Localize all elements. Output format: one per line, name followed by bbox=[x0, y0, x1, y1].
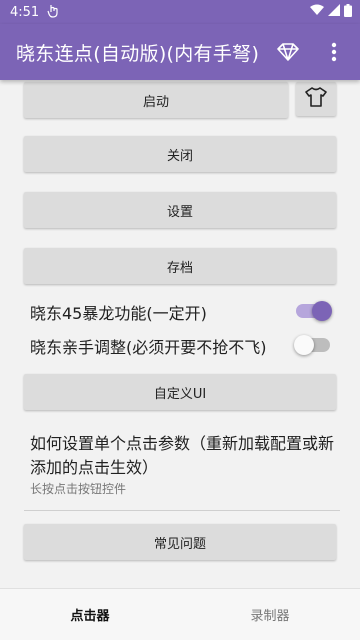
preference-title: 如何设置单个点击参数（重新加载配置或新添加的点击生效） bbox=[30, 434, 335, 477]
hand-icon bbox=[47, 4, 59, 21]
shirt-icon bbox=[305, 87, 327, 111]
signal-icon bbox=[328, 4, 340, 20]
switch-row-dragon[interactable]: 晓东45暴龙功能(一定开) bbox=[30, 298, 336, 326]
toggle-switch-manual[interactable] bbox=[294, 335, 330, 355]
theme-button[interactable] bbox=[296, 82, 336, 116]
more-vert-icon[interactable] bbox=[320, 38, 348, 66]
toggle-switch-dragon[interactable] bbox=[296, 301, 332, 321]
status-time: 4:51 bbox=[10, 4, 40, 20]
save-button[interactable]: 存档 bbox=[24, 248, 336, 284]
custom-ui-button[interactable]: 自定义UI bbox=[24, 374, 336, 410]
bottom-nav: 点击器 录制器 bbox=[0, 588, 360, 640]
diamond-icon[interactable] bbox=[274, 38, 302, 66]
wifi-icon bbox=[310, 4, 324, 20]
switch-label: 晓东45暴龙功能(一定开) bbox=[30, 304, 207, 323]
main-content: 启动 关闭 设置 存档 晓东45暴龙功能(一定开) 晓东亲手调整(必须开要不抢不… bbox=[0, 80, 360, 588]
app-title: 晓东连点(自动版)(内有手弩) bbox=[16, 42, 260, 65]
tab-clicker[interactable]: 点击器 bbox=[0, 589, 180, 640]
start-button[interactable]: 启动 bbox=[24, 82, 288, 118]
faq-button[interactable]: 常见问题 bbox=[24, 524, 336, 560]
settings-button[interactable]: 设置 bbox=[24, 192, 336, 228]
app-bar: 晓东连点(自动版)(内有手弩) bbox=[0, 24, 360, 80]
close-button[interactable]: 关闭 bbox=[24, 136, 336, 172]
click-params-preference[interactable]: 如何设置单个点击参数（重新加载配置或新添加的点击生效） 长按点击按钮控件 bbox=[30, 432, 340, 498]
switch-label: 晓东亲手调整(必须开要不抢不飞) bbox=[30, 338, 267, 357]
divider bbox=[24, 510, 340, 511]
preference-summary: 长按点击按钮控件 bbox=[30, 482, 127, 496]
tab-recorder[interactable]: 录制器 bbox=[180, 589, 360, 640]
status-bar: 4:51 bbox=[0, 0, 360, 24]
switch-row-manual[interactable]: 晓东亲手调整(必须开要不抢不飞) bbox=[30, 332, 336, 360]
battery-icon bbox=[344, 3, 352, 21]
